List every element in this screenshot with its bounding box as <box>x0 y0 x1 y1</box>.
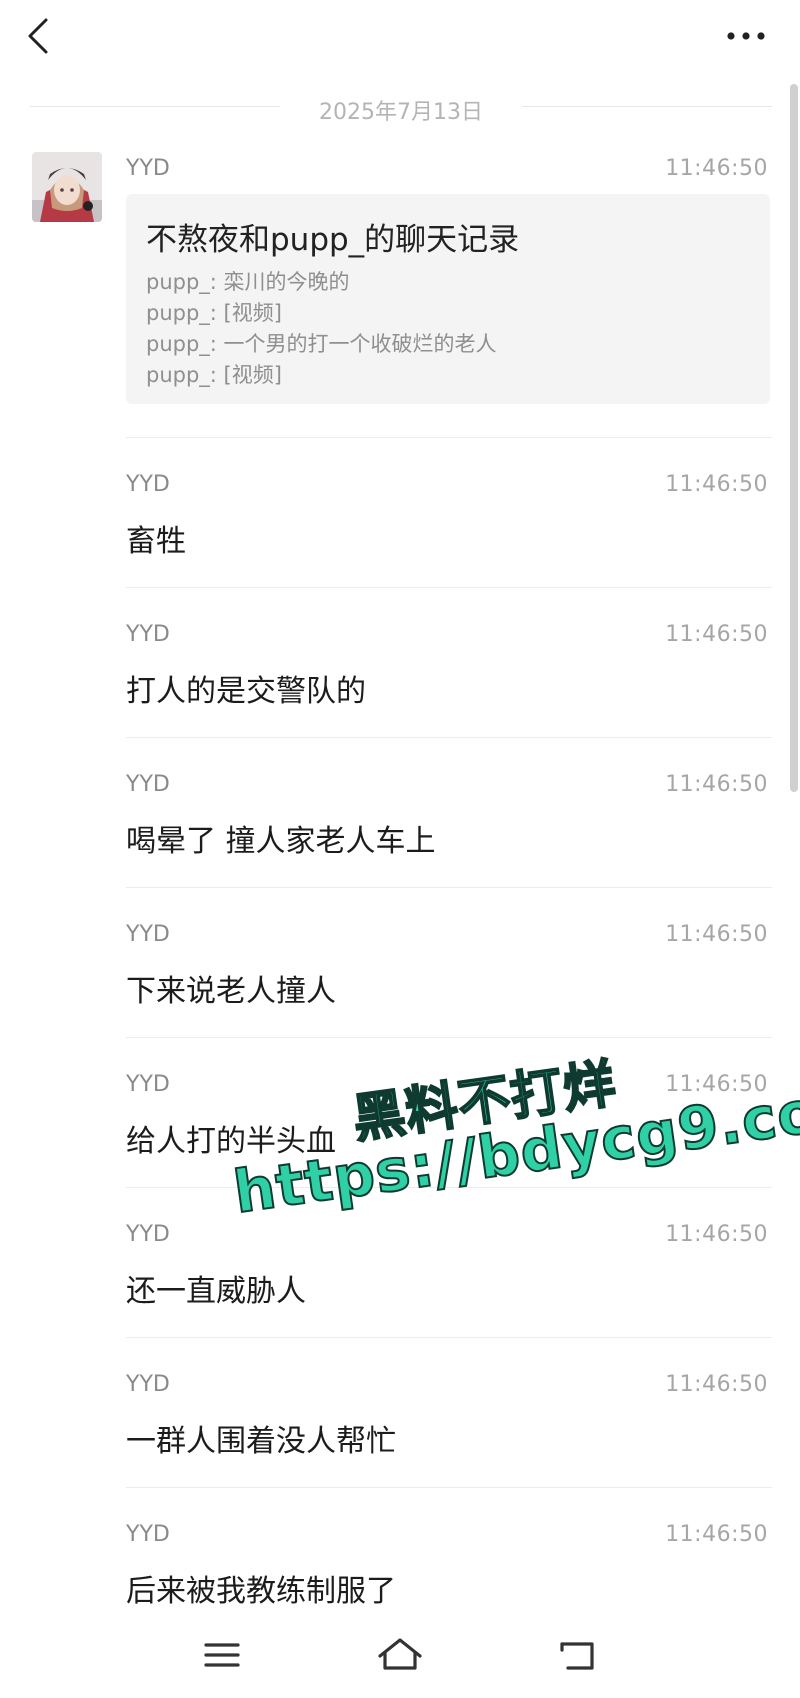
return-icon <box>560 1642 594 1670</box>
message-sender: YYD <box>126 1222 170 1247</box>
message-divider <box>126 1487 772 1488</box>
menu-icon <box>204 1643 240 1667</box>
date-separator: 2025年7月13日 <box>30 90 772 125</box>
chevron-left-icon <box>28 18 48 54</box>
chat-record-line: pupp_: 栾川的今晚的 <box>146 270 350 294</box>
message-text: 畜牲 <box>126 524 186 559</box>
message-divider <box>126 1037 772 1038</box>
back-button[interactable] <box>18 12 66 60</box>
avatar-image <box>32 152 102 222</box>
more-options-button[interactable] <box>716 14 776 58</box>
watermark-title: 黑料不打烊 <box>348 1053 621 1151</box>
message-sender: YYD <box>126 772 170 797</box>
message-time: 11:46:50 <box>665 1222 768 1247</box>
message-time: 11:46:50 <box>665 922 768 947</box>
message-sender: YYD <box>126 472 170 497</box>
message-text: 后来被我教练制服了 <box>126 1574 396 1609</box>
message-divider <box>126 737 772 738</box>
message-sender: YYD <box>126 1072 170 1097</box>
chat-record-title: 不熬夜和pupp_的聊天记录 <box>146 222 520 258</box>
message-text: 还一直威胁人 <box>126 1274 306 1309</box>
message-text: 喝晕了 撞人家老人车上 <box>126 824 436 859</box>
chat-record-line: pupp_: [视频] <box>146 301 282 325</box>
message-text: 一群人围着没人帮忙 <box>126 1424 396 1459</box>
scrollbar[interactable] <box>790 84 798 792</box>
avatar[interactable] <box>32 152 102 222</box>
chat-record-line: pupp_: [视频] <box>146 363 282 387</box>
home-button[interactable] <box>370 1632 430 1678</box>
chat-record-line: pupp_: 一个男的打一个收破烂的老人 <box>146 332 497 356</box>
more-dots-icon <box>727 32 765 40</box>
message-divider <box>126 887 772 888</box>
date-label: 2025年7月13日 <box>301 100 501 125</box>
message-time: 11:46:50 <box>665 1372 768 1397</box>
system-nav-bar <box>0 1610 800 1698</box>
message-time: 11:46:50 <box>665 1072 768 1097</box>
message-sender: YYD <box>126 922 170 947</box>
message-time: 11:46:50 <box>665 472 768 497</box>
message-time: 11:46:50 <box>665 156 768 181</box>
message-time: 11:46:50 <box>665 772 768 797</box>
message-sender: YYD <box>126 1522 170 1547</box>
message-sender: YYD <box>126 1372 170 1397</box>
message-time: 11:46:50 <box>665 622 768 647</box>
message-divider <box>126 1187 772 1188</box>
message-text: 打人的是交警队的 <box>126 674 366 709</box>
message-time: 11:46:50 <box>665 1522 768 1547</box>
top-bar <box>0 0 800 80</box>
message-text: 下来说老人撞人 <box>126 974 336 1009</box>
return-button[interactable] <box>548 1632 608 1678</box>
message-sender: YYD <box>126 156 170 181</box>
message-sender: YYD <box>126 622 170 647</box>
message-divider <box>126 587 772 588</box>
message-text: 给人打的半头血 <box>126 1124 336 1159</box>
message-divider <box>126 1337 772 1338</box>
menu-button[interactable] <box>192 1632 252 1678</box>
chat-record-card[interactable]: 不熬夜和pupp_的聊天记录 pupp_: 栾川的今晚的 pupp_: [视频]… <box>126 194 770 404</box>
message-divider <box>126 437 772 438</box>
home-icon <box>378 1638 422 1670</box>
